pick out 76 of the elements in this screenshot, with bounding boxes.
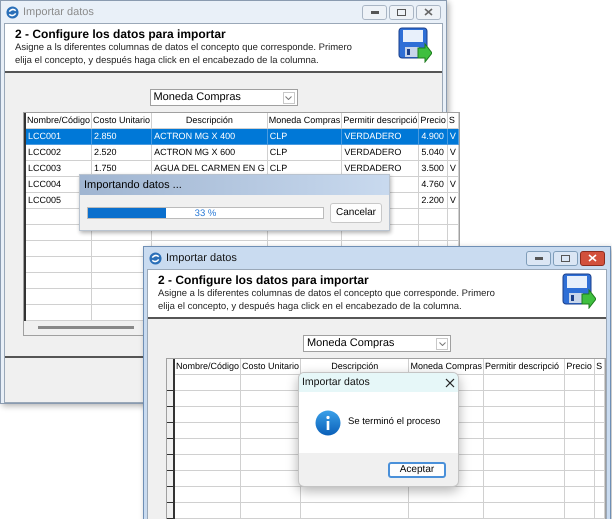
close-button[interactable] bbox=[580, 250, 605, 266]
table-cell: LCC004 bbox=[28, 178, 62, 188]
table-cell: LCC003 bbox=[28, 162, 62, 172]
table-cell: V bbox=[450, 146, 456, 156]
message-text: Se terminó el proceso bbox=[348, 415, 440, 430]
table-cell: 4.760 bbox=[421, 178, 444, 188]
table-cell: V bbox=[450, 162, 456, 172]
column-header[interactable]: Permitir descripció bbox=[342, 113, 419, 128]
table-cell: CLP bbox=[270, 146, 288, 156]
minimize-button[interactable] bbox=[526, 250, 551, 266]
window-title: Importar datos bbox=[23, 4, 94, 20]
table-cell: ACTRON MG X 600 bbox=[154, 146, 236, 156]
column-header[interactable]: Descripción bbox=[152, 113, 268, 128]
table-cell: AGUA DEL CARMEN EN G bbox=[154, 162, 265, 172]
table-cell: 1.750 bbox=[94, 162, 117, 172]
table-cell: V bbox=[450, 178, 456, 188]
column-header[interactable]: Precio bbox=[418, 113, 448, 128]
close-icon[interactable] bbox=[445, 378, 455, 388]
step-heading: 2 - Configure los datos para importar bbox=[158, 273, 370, 287]
chevron-down-icon bbox=[285, 96, 292, 100]
table-cell: 3.500 bbox=[421, 162, 444, 172]
table-cell: 5.040 bbox=[421, 146, 444, 156]
floppy-disk-arrow-icon bbox=[398, 27, 432, 63]
table-cell: V bbox=[450, 194, 456, 204]
column-header[interactable]: Costo Unitario bbox=[92, 113, 152, 128]
minimize-icon bbox=[534, 256, 542, 260]
table-cell: CLP bbox=[270, 162, 288, 172]
column-header[interactable]: Costo Unitario bbox=[240, 359, 301, 374]
column-header[interactable]: Nombre/Código bbox=[25, 113, 92, 128]
table-cell: LCC001 bbox=[28, 130, 62, 140]
column-header[interactable]: Nombre/Código bbox=[174, 359, 241, 374]
app-logo-icon bbox=[149, 252, 162, 264]
minimize-icon bbox=[370, 10, 378, 14]
table-cell: VERDADERO bbox=[344, 162, 402, 172]
maximize-icon bbox=[397, 8, 406, 16]
column-header[interactable]: Permitir descripció bbox=[484, 359, 565, 374]
grid-row[interactable]: LCC002 2.520 ACTRON MG X 600 CLP VERDADERO 5.040 V bbox=[24, 144, 458, 160]
window-title: Importar datos bbox=[166, 250, 237, 266]
close-button[interactable] bbox=[416, 4, 441, 20]
column-header[interactable]: Moneda Compras bbox=[267, 113, 342, 128]
maximize-button[interactable] bbox=[389, 4, 414, 20]
dialog-title: Importando datos ... bbox=[84, 178, 182, 193]
grid-row[interactable]: LCC001 2.850 ACTRON MG X 400 CLP VERDADERO 4.900 V bbox=[24, 128, 458, 144]
table-cell: LCC002 bbox=[28, 146, 62, 156]
maximize-button[interactable] bbox=[553, 250, 578, 266]
table-cell: 2.520 bbox=[94, 146, 117, 156]
info-icon bbox=[315, 410, 341, 436]
chevron-down-icon bbox=[438, 342, 446, 346]
concept-select[interactable]: Moneda Compras bbox=[150, 89, 298, 106]
minimize-button[interactable] bbox=[362, 4, 387, 20]
table-cell: LCC005 bbox=[28, 194, 62, 204]
progress-reading: 33 % bbox=[194, 208, 216, 218]
table-cell: CLP bbox=[270, 130, 288, 140]
cancel-button[interactable]: Cancelar bbox=[330, 202, 382, 222]
table-cell: 2.850 bbox=[94, 130, 117, 140]
table-cell: ACTRON MG X 400 bbox=[154, 130, 236, 140]
step-heading: 2 - Configure los datos para importar bbox=[15, 27, 227, 41]
column-header[interactable]: Precio bbox=[564, 359, 595, 374]
concept-select[interactable]: Moneda Compras bbox=[303, 335, 451, 352]
table-cell: V bbox=[450, 130, 456, 140]
table-cell: VERDADERO bbox=[344, 130, 402, 140]
table-cell: 2.200 bbox=[421, 194, 444, 204]
table-cell: 4.900 bbox=[421, 130, 444, 140]
app-logo-icon bbox=[6, 6, 19, 18]
column-header[interactable]: S bbox=[594, 359, 604, 374]
column-header[interactable]: S bbox=[447, 113, 458, 128]
floppy-disk-arrow-icon bbox=[562, 273, 596, 309]
dialog-title: Importar datos bbox=[302, 374, 370, 390]
instructions-text: Asigne a ls diferentes columnas de datos el concepto que corresponde. Primero elija el concepto, y después haga click en el encabezado de la columna. bbox=[158, 287, 495, 313]
close-icon bbox=[424, 8, 433, 16]
instructions-text: Asigne a ls diferentes columnas de datos el concepto que corresponde. Primero elija el concepto, y después haga click en el encabezado de la columna. bbox=[15, 41, 352, 67]
horizontal-scrollbar[interactable] bbox=[38, 326, 134, 329]
table-cell: VERDADERO bbox=[344, 146, 402, 156]
accept-button[interactable]: Aceptar bbox=[388, 462, 446, 478]
maximize-icon bbox=[561, 254, 570, 262]
close-icon bbox=[588, 254, 597, 262]
